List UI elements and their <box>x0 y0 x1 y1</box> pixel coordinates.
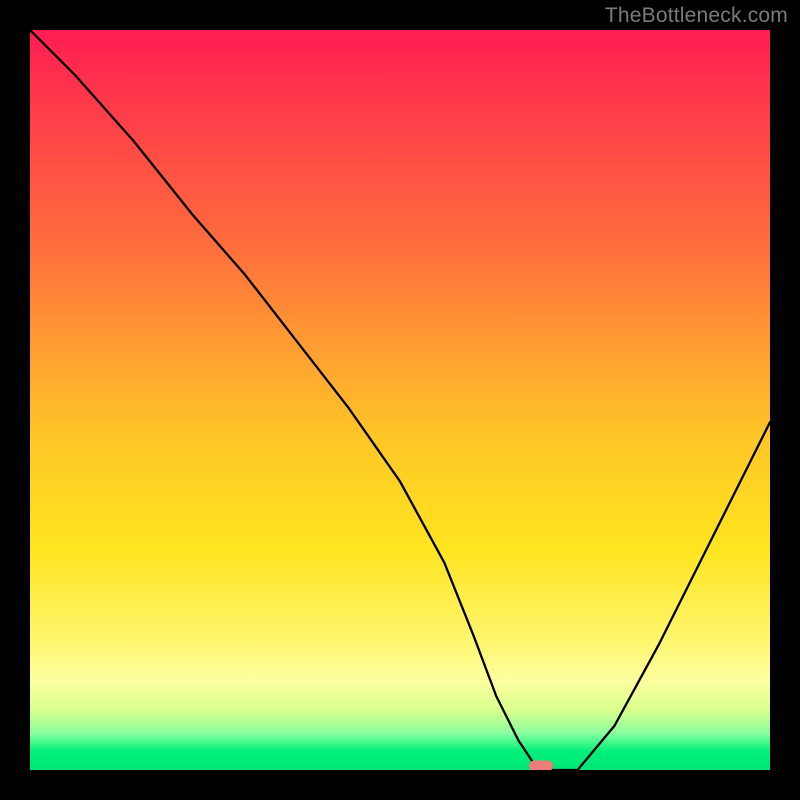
bottleneck-curve <box>30 30 770 770</box>
optimal-point-marker <box>529 761 553 771</box>
chart-frame: TheBottleneck.com <box>0 0 800 800</box>
plot-area <box>30 30 770 770</box>
curve-path <box>30 30 770 770</box>
watermark-text: TheBottleneck.com <box>605 4 788 28</box>
